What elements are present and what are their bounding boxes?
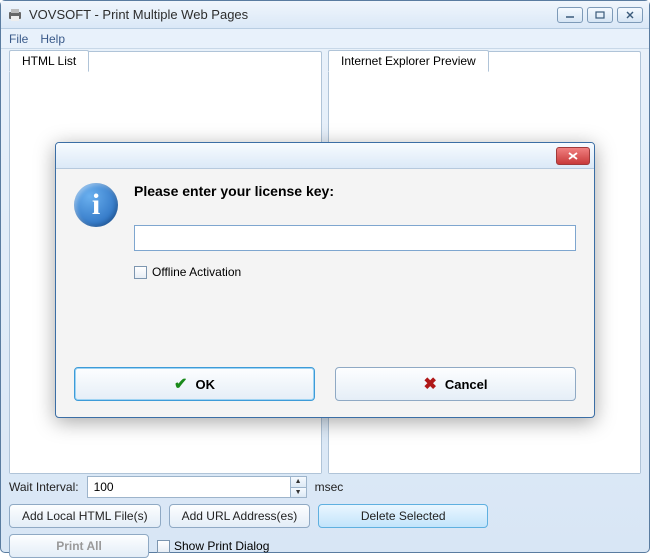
show-print-dialog-checkbox[interactable]: Show Print Dialog [157,539,269,553]
app-icon [7,7,23,23]
info-icon: i [74,183,118,227]
delete-selected-button[interactable]: Delete Selected [318,504,488,528]
wait-interval-label: Wait Interval: [9,480,79,494]
menu-file[interactable]: File [9,32,28,46]
cancel-button[interactable]: ✖ Cancel [335,367,576,401]
dialog-titlebar [56,143,594,169]
wait-interval-spinner[interactable]: ▲ ▼ [87,476,307,498]
offline-activation-checkbox[interactable]: Offline Activation [134,265,576,279]
menubar: File Help [1,29,649,49]
print-all-button[interactable]: Print All [9,534,149,558]
maximize-button[interactable] [587,7,613,23]
dialog-close-button[interactable] [556,147,590,165]
x-icon: ✖ [423,374,436,394]
menu-help[interactable]: Help [40,32,65,46]
cancel-label: Cancel [445,377,488,392]
bottom-controls: Wait Interval: ▲ ▼ msec Add Local HTML F… [9,476,641,546]
ok-label: OK [195,377,215,392]
tab-ie-preview[interactable]: Internet Explorer Preview [328,50,489,72]
wait-interval-unit: msec [315,480,344,494]
dialog-heading: Please enter your license key: [134,183,576,199]
license-key-input[interactable] [134,225,576,251]
main-window: VOVSOFT - Print Multiple Web Pages File … [0,0,650,553]
license-dialog: i Please enter your license key: Offline… [55,142,595,418]
tab-html-list[interactable]: HTML List [9,50,89,72]
minimize-button[interactable] [557,7,583,23]
checkbox-icon [157,540,170,553]
close-button[interactable] [617,7,643,23]
add-local-html-button[interactable]: Add Local HTML File(s) [9,504,161,528]
spinner-down-icon[interactable]: ▼ [291,488,306,498]
wait-interval-input[interactable] [88,480,290,494]
window-controls [557,7,643,23]
titlebar: VOVSOFT - Print Multiple Web Pages [1,1,649,29]
check-icon: ✔ [174,374,187,394]
checkbox-icon [134,266,147,279]
offline-activation-label: Offline Activation [152,265,241,279]
spinner-up-icon[interactable]: ▲ [291,477,306,488]
window-title: VOVSOFT - Print Multiple Web Pages [29,7,557,22]
ok-button[interactable]: ✔ OK [74,367,315,401]
add-url-button[interactable]: Add URL Address(es) [169,504,311,528]
show-print-dialog-label: Show Print Dialog [174,539,269,553]
